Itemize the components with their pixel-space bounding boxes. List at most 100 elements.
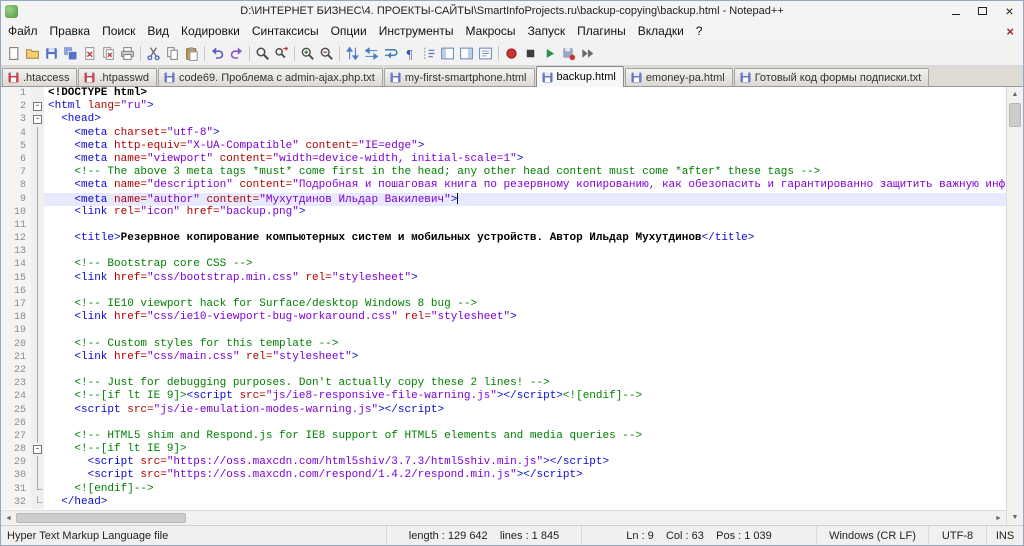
code-line-text[interactable]	[44, 245, 1006, 258]
code-line-text[interactable]: <script src="js/ie-emulation-modes-warni…	[44, 404, 1006, 417]
code-line-text[interactable]: </head>	[44, 496, 1006, 509]
code-line-text[interactable]: <!-- The above 3 meta tags *must* come f…	[44, 166, 1006, 179]
zoom-out-button[interactable]	[317, 44, 336, 63]
code-line-text[interactable]: <html lang="ru">	[44, 100, 1006, 113]
redo-button[interactable]	[227, 44, 246, 63]
code-line-text[interactable]: <link rel="icon" href="backup.png">	[44, 206, 1006, 219]
code-line-text[interactable]	[44, 219, 1006, 232]
tab-3[interactable]: code69. Проблема с admin-ajax.php.txt	[158, 68, 383, 86]
menu-tabs[interactable]: Вкладки	[632, 22, 690, 40]
code-line-text[interactable]: <script src="https://oss.maxcdn.com/html…	[44, 456, 1006, 469]
menu-language[interactable]: Синтаксисы	[246, 22, 325, 40]
code-line-text[interactable]: <link href="css/bootstrap.min.css" rel="…	[44, 272, 1006, 285]
menu-run[interactable]: Запуск	[522, 22, 572, 40]
close-all-button[interactable]	[99, 44, 118, 63]
code-line-text[interactable]	[44, 364, 1006, 377]
show-all-characters-button[interactable]: ¶	[400, 44, 419, 63]
code-line-text[interactable]: <title>Резервное копирование компьютерны…	[44, 232, 1006, 245]
macro-run-button[interactable]	[578, 44, 597, 63]
horizontal-scroll-thumb[interactable]	[16, 513, 186, 523]
tab-4[interactable]: my-first-smartphone.html	[383, 68, 535, 86]
print-button[interactable]	[118, 44, 137, 63]
macro-stop-button[interactable]	[521, 44, 540, 63]
code-line-text[interactable]: <!-- Bootstrap core CSS -->	[44, 258, 1006, 271]
scroll-right-arrow-icon[interactable]: ►	[991, 511, 1006, 525]
save-button[interactable]	[42, 44, 61, 63]
close-button[interactable]	[80, 44, 99, 63]
tab-2[interactable]: .htpasswd	[78, 68, 157, 86]
doc-switcher-button[interactable]	[476, 44, 495, 63]
fold-collapse-icon[interactable]: -	[33, 445, 42, 455]
minimize-button[interactable]	[942, 1, 969, 21]
code-line-text[interactable]: <!--[if lt IE 9]>	[44, 443, 1006, 456]
code-line-text[interactable]: <!-- HTML5 shim and Respond.js for IE8 s…	[44, 430, 1006, 443]
fold-collapse-icon[interactable]: -	[33, 102, 42, 112]
menu-tools[interactable]: Инструменты	[373, 22, 460, 40]
code-line-text[interactable]: <!DOCTYPE html>	[44, 87, 1006, 100]
menu-file[interactable]: Файл	[2, 22, 44, 40]
horizontal-scrollbar[interactable]: ◄ ►	[1, 510, 1006, 525]
code-line-text[interactable]: <!-- Just for debugging purposes. Don't …	[44, 377, 1006, 390]
tab-1[interactable]: .htaccess	[2, 68, 78, 86]
menu-macro[interactable]: Макросы	[460, 22, 522, 40]
status-insert-mode[interactable]: INS	[987, 526, 1023, 545]
close-button[interactable]: ×	[996, 1, 1023, 21]
code-line-text[interactable]	[44, 324, 1006, 337]
cut-button[interactable]	[144, 44, 163, 63]
code-line-text[interactable]: <meta name="viewport" content="width=dev…	[44, 153, 1006, 166]
find-button[interactable]	[253, 44, 272, 63]
open-button[interactable]	[23, 44, 42, 63]
code-line-text[interactable]: <![endif]-->	[44, 483, 1006, 496]
tab-6[interactable]: emoney-pa.html	[624, 68, 733, 86]
tab-5[interactable]: backup.html	[535, 66, 624, 87]
paste-button[interactable]	[182, 44, 201, 63]
fold-collapse-icon[interactable]: -	[33, 115, 42, 125]
menu-help[interactable]: ?	[690, 22, 709, 40]
menu-settings[interactable]: Опции	[325, 22, 373, 40]
menubar-close-icon[interactable]: ×	[1002, 24, 1018, 39]
maximize-button[interactable]	[969, 1, 996, 21]
new-file-button[interactable]	[4, 44, 23, 63]
menu-view[interactable]: Вид	[141, 22, 175, 40]
menu-plugins[interactable]: Плагины	[571, 22, 632, 40]
code-line-text[interactable]: <!--[if lt IE 9]><script src="js/ie8-res…	[44, 390, 1006, 403]
scroll-up-arrow-icon[interactable]: ▲	[1007, 87, 1023, 102]
macro-save-button[interactable]	[559, 44, 578, 63]
menu-search[interactable]: Поиск	[96, 22, 141, 40]
code-area[interactable]: 1 <!DOCTYPE html> 2- <html lang="ru"> 3- <he…	[1, 87, 1006, 510]
code-line-text[interactable]: <meta http-equiv="X-UA-Compatible" conte…	[44, 140, 1006, 153]
replace-button[interactable]	[272, 44, 291, 63]
status-encoding[interactable]: UTF-8	[929, 526, 987, 545]
sync-horizontal-scroll-button[interactable]	[362, 44, 381, 63]
code-line-text[interactable]: <!-- IE10 viewport hack for Surface/desk…	[44, 298, 1006, 311]
menu-encoding[interactable]: Кодировки	[175, 22, 246, 40]
show-indent-guide-button[interactable]	[419, 44, 438, 63]
macro-record-button[interactable]	[502, 44, 521, 63]
vertical-scroll-thumb[interactable]	[1009, 103, 1021, 127]
macro-play-button[interactable]	[540, 44, 559, 63]
vertical-scrollbar[interactable]: ▲ ▼	[1006, 87, 1023, 525]
menu-edit[interactable]: Правка	[44, 22, 97, 40]
status-eol-format[interactable]: Windows (CR LF)	[817, 526, 929, 545]
tab-7[interactable]: Готовый код формы подписки.txt	[733, 68, 930, 86]
code-line-text[interactable]: <link href="css/main.css" rel="styleshee…	[44, 351, 1006, 364]
word-wrap-button[interactable]	[381, 44, 400, 63]
code-line-text[interactable]: <meta charset="utf-8">	[44, 127, 1006, 140]
sync-vertical-scroll-button[interactable]	[343, 44, 362, 63]
scroll-left-arrow-icon[interactable]: ◄	[1, 511, 16, 525]
undo-button[interactable]	[208, 44, 227, 63]
function-list-button[interactable]	[438, 44, 457, 63]
code-line-text[interactable]: <head>	[44, 113, 1006, 126]
code-line-text[interactable]: <!-- Custom styles for this template -->	[44, 338, 1006, 351]
code-line-text[interactable]: <script src="https://oss.maxcdn.com/resp…	[44, 469, 1006, 482]
code-line-text[interactable]: <link href="css/ie10-viewport-bug-workar…	[44, 311, 1006, 324]
code-line-text[interactable]	[44, 417, 1006, 430]
copy-button[interactable]	[163, 44, 182, 63]
code-line-text[interactable]: <meta name="author" content="Мухутдинов …	[44, 192, 1006, 206]
code-line-text[interactable]	[44, 285, 1006, 298]
code-line-text[interactable]: <meta name="description" content="Подроб…	[44, 179, 1006, 192]
zoom-in-button[interactable]	[298, 44, 317, 63]
scroll-down-arrow-icon[interactable]: ▼	[1007, 510, 1023, 525]
save-all-button[interactable]	[61, 44, 80, 63]
document-map-button[interactable]	[457, 44, 476, 63]
